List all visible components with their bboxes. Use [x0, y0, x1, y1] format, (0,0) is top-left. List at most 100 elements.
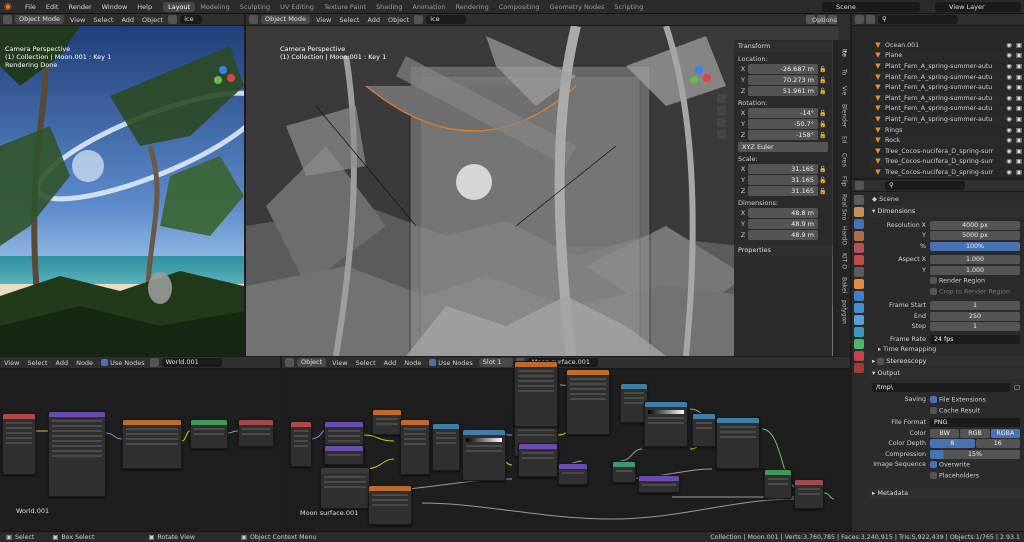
location-y-field[interactable]: 70.273 m — [748, 75, 818, 85]
rotation-mode-row[interactable]: XYZ Euler — [738, 142, 828, 152]
bump-node-a[interactable] — [518, 443, 558, 477]
camera-icon[interactable]: ▣ — [1014, 148, 1024, 155]
output-path-row[interactable]: /tmp\ ▢ — [868, 382, 1024, 393]
rotation-mode-dropdown[interactable]: XYZ Euler — [738, 142, 828, 152]
compression-slider[interactable]: 15% — [930, 449, 1020, 459]
particles-tab-icon[interactable] — [854, 303, 864, 313]
eye-icon[interactable]: ◉ — [1004, 63, 1014, 70]
eye-icon[interactable]: ◉ — [1004, 127, 1014, 134]
scale-y-field[interactable]: 31.165 — [748, 175, 818, 185]
lock-icon[interactable]: 🔓 — [818, 77, 828, 84]
texture-node-c[interactable] — [320, 467, 370, 509]
tab-layout[interactable]: Layout — [163, 1, 196, 12]
tab-texture-paint[interactable]: Texture Paint — [319, 2, 371, 12]
noise-node-b[interactable] — [400, 419, 430, 475]
outliner-row[interactable]: ▼ Tree_Cocos-nucifera_D_spring-surr ◉ ▣ — [870, 146, 1024, 157]
world-menu-node[interactable]: Node — [72, 359, 97, 367]
material-menu-select[interactable]: Select — [352, 359, 380, 367]
texture-coordinate-node[interactable] — [2, 413, 36, 475]
tab-scripting[interactable]: Scripting — [609, 2, 648, 12]
eye-icon[interactable]: ◉ — [1004, 148, 1014, 155]
tab-sculpting[interactable]: Sculpting — [235, 2, 275, 12]
scene-selector[interactable]: Scene — [822, 2, 920, 12]
tab-shading[interactable]: Shading — [371, 2, 407, 12]
overwrite-checkbox[interactable] — [930, 461, 937, 468]
material-editor-icon[interactable] — [285, 358, 294, 367]
perspective-grid-icon[interactable] — [717, 130, 726, 139]
background-node[interactable] — [190, 419, 228, 449]
eye-icon[interactable]: ◉ — [1004, 137, 1014, 144]
material-use-nodes-checkbox[interactable] — [429, 359, 437, 366]
material-output-node[interactable] — [794, 479, 824, 509]
camera-icon[interactable]: ▣ — [1014, 52, 1024, 59]
eye-icon[interactable]: ◉ — [1004, 116, 1014, 123]
frame-start-field[interactable]: 1 — [930, 301, 1020, 311]
frame-end-field[interactable]: 250 — [930, 311, 1020, 321]
outliner-row[interactable]: ▼ Tree_Cocos-nucifera_D_spring-surr ◉ ▣ — [870, 167, 1024, 178]
main-viewport[interactable]: Object Mode View Select Add Object ice ⬁… — [246, 14, 838, 356]
object-tab-icon[interactable] — [854, 279, 864, 289]
environment-texture-node[interactable] — [122, 419, 182, 469]
outliner-row[interactable]: ▼ Plant_Fern_A_spring-summer-autu ◉ ▣ — [870, 114, 1024, 125]
camera-icon[interactable]: ▣ — [1014, 84, 1024, 91]
render-tab-icon[interactable] — [854, 207, 864, 217]
principled-bsdf-node[interactable] — [764, 469, 792, 499]
color-rgb-option[interactable]: RGB — [960, 428, 990, 438]
rotation-y-field[interactable]: -50.7° — [748, 119, 818, 129]
world-use-nodes-checkbox[interactable] — [101, 359, 109, 366]
dimensions-z-row[interactable]: Z 48.9 m — [738, 230, 828, 240]
material-menu-view[interactable]: View — [328, 359, 351, 367]
location-z-field[interactable]: 51.961 m — [748, 86, 818, 96]
color-depth-16-option[interactable]: 16 — [975, 439, 1020, 449]
main-editor-type-icon[interactable] — [249, 15, 258, 24]
dimensions-x-row[interactable]: X 48.8 m — [738, 208, 828, 218]
left-nav-gizmo[interactable] — [210, 62, 236, 88]
lock-icon[interactable]: 🔓 — [818, 132, 828, 139]
tab-geometry-nodes[interactable]: Geometry Nodes — [545, 2, 610, 12]
frame-step-row[interactable]: Step 1 — [868, 322, 1024, 333]
outliner-row[interactable]: ▼ Plant_Fern_A_spring-summer-autu ◉ ▣ — [870, 104, 1024, 115]
resolution-y-row[interactable]: Y 5000 px — [868, 231, 1024, 242]
frame-step-field[interactable]: 1 — [930, 322, 1020, 332]
eye-icon[interactable]: ◉ — [1004, 95, 1014, 102]
texture-node-f[interactable] — [566, 369, 610, 435]
dimensions-y-field[interactable]: 48.9 m — [748, 219, 818, 229]
output-tab-icon[interactable] — [854, 219, 864, 229]
scene-tab-icon[interactable] — [854, 243, 864, 253]
texture-node-e[interactable] — [514, 361, 558, 427]
scale-z-row[interactable]: Z 31.165 🔓 — [738, 186, 828, 196]
tab-tool[interactable]: To — [841, 64, 848, 80]
camera-icon[interactable]: ▣ — [1014, 63, 1024, 70]
world-menu-add[interactable]: Add — [52, 359, 73, 367]
texture-tab-icon[interactable] — [854, 363, 864, 373]
placeholders-row[interactable]: Placeholders — [868, 470, 1024, 481]
aspect-y-field[interactable]: 1.000 — [930, 265, 1020, 275]
outliner-row[interactable]: ▼ Rock ◉ ▣ — [870, 135, 1024, 146]
left-viewport[interactable]: Object Mode View Select Add Object ice C… — [0, 14, 244, 356]
eye-icon[interactable]: ◉ — [1004, 169, 1014, 176]
world-datablock-field[interactable]: World.001 — [161, 358, 222, 367]
cache-result-checkbox[interactable] — [930, 406, 937, 414]
material-input-node[interactable] — [290, 421, 312, 467]
camera-icon[interactable]: ▣ — [1014, 95, 1024, 102]
main-menu-add[interactable]: Add — [363, 16, 384, 24]
mix-rgb-node-b[interactable] — [716, 417, 760, 469]
bump-node-b[interactable] — [558, 463, 588, 485]
eye-icon[interactable]: ◉ — [1004, 42, 1014, 49]
crop-region-checkbox[interactable] — [930, 287, 937, 295]
tab-polygon[interactable]: polygon — [841, 298, 848, 326]
location-y-row[interactable]: Y 70.273 m 🔓 — [738, 75, 828, 85]
dimensions-z-field[interactable]: 48.9 m — [748, 230, 818, 240]
tab-rendering[interactable]: Rendering — [451, 2, 494, 12]
material-menu-node[interactable]: Node — [400, 359, 425, 367]
tab-animation[interactable]: Animation — [407, 2, 450, 12]
tab-compositing[interactable]: Compositing — [494, 2, 545, 12]
tab-view[interactable]: Vie — [841, 82, 848, 100]
lock-icon[interactable]: 🔓 — [818, 188, 828, 195]
dimensions-x-field[interactable]: 48.8 m — [748, 208, 818, 218]
eye-icon[interactable]: ◉ — [1004, 74, 1014, 81]
stereoscopy-checkbox[interactable] — [877, 357, 885, 365]
camera-icon[interactable]: ▣ — [1014, 42, 1024, 49]
world-icon[interactable] — [149, 358, 159, 367]
math-node-b[interactable] — [692, 413, 716, 447]
